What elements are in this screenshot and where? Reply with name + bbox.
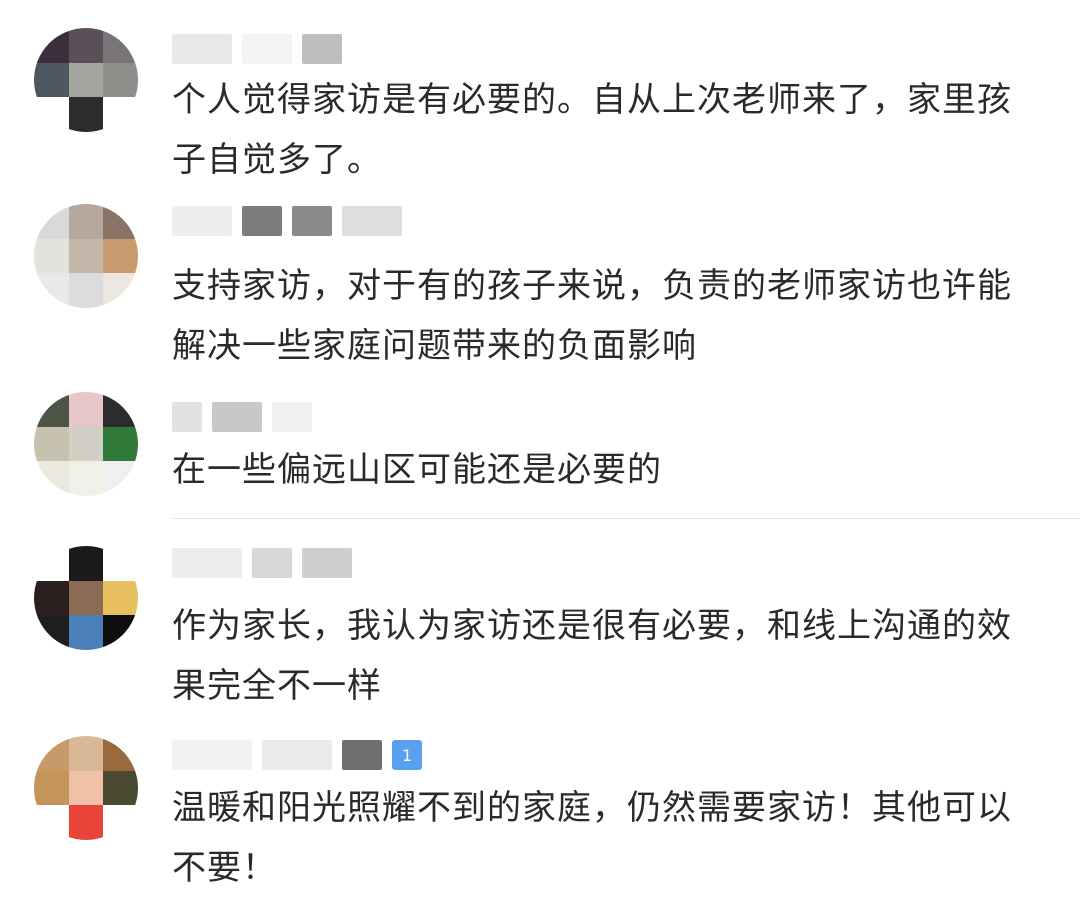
avatar-pixel [103, 615, 138, 650]
avatar-pixel [34, 426, 69, 462]
avatar-pixel [34, 546, 69, 581]
avatar[interactable] [34, 204, 138, 308]
username-blur-block [292, 206, 332, 236]
username[interactable] [172, 206, 402, 236]
avatar-pixel [68, 238, 104, 274]
username-blur-block [212, 402, 262, 432]
avatar-pixel [68, 615, 104, 650]
avatar-pixel [34, 392, 69, 427]
avatar-pixel [103, 392, 138, 427]
avatar-pixel [68, 392, 104, 427]
username-blur-block [242, 34, 292, 64]
username-blur-block [342, 740, 382, 770]
comment-text: 在一些偏远山区可能还是必要的 [172, 450, 662, 490]
username-blur-block [242, 206, 282, 236]
comment-text: 个人觉得家访是有必要的。自从上次老师来了，家里孩子自觉多了。 [172, 80, 1012, 180]
avatar-pixel [34, 238, 69, 274]
comment-text: 温暖和阳光照耀不到的家庭，仍然需要家访！其他可以不要！ [172, 788, 1012, 888]
avatar-pixel [103, 426, 138, 462]
username-blur-block [252, 548, 292, 578]
username-blur-block [172, 548, 242, 578]
avatar-pixel [103, 461, 138, 496]
username-blur-block [262, 740, 332, 770]
avatar-pixel [34, 62, 69, 98]
username-blur-block [172, 34, 232, 64]
avatar-pixel [103, 546, 138, 581]
avatar-pixel [68, 28, 104, 63]
avatar-pixel [34, 28, 69, 63]
username[interactable] [172, 34, 342, 64]
avatar-pixel [68, 546, 104, 581]
avatar-pixel [68, 770, 104, 806]
avatar-pixel [103, 28, 138, 63]
avatar-pixel [68, 273, 104, 308]
avatar-pixel [103, 580, 138, 616]
avatar-pixel [34, 461, 69, 496]
avatar-pixel [103, 770, 138, 806]
avatar-pixel [68, 426, 104, 462]
avatar[interactable] [34, 392, 138, 496]
avatar-pixel [34, 615, 69, 650]
comment-text: 支持家访，对于有的孩子来说，负责的老师家访也许能解决一些家庭问题带来的负面影响 [172, 266, 1012, 366]
avatar[interactable] [34, 28, 138, 132]
username[interactable]: 1 [172, 740, 423, 770]
avatar-pixel [34, 805, 69, 840]
avatar-pixel [103, 62, 138, 98]
avatar-pixel [68, 97, 104, 132]
username-blur-block [172, 740, 252, 770]
fan-level-badge: 1 [392, 740, 423, 770]
avatar-pixel [34, 736, 69, 771]
avatar-pixel [68, 805, 104, 840]
avatar-pixel [103, 736, 138, 771]
avatar-pixel [68, 580, 104, 616]
avatar-pixel [34, 770, 69, 806]
username-blur-block [172, 402, 202, 432]
avatar-pixel [34, 97, 69, 132]
username-blur-block [302, 34, 342, 64]
avatar-pixel [103, 97, 138, 132]
comment-text: 作为家长，我认为家访还是很有必要，和线上沟通的效果完全不一样 [172, 606, 1012, 706]
avatar-pixel [68, 204, 104, 239]
avatar-pixel [34, 273, 69, 308]
avatar-pixel [68, 736, 104, 771]
avatar-pixel [103, 238, 138, 274]
username[interactable] [172, 402, 312, 432]
username-blur-block [272, 402, 312, 432]
avatar-pixel [34, 204, 69, 239]
divider [172, 518, 1080, 519]
avatar[interactable] [34, 546, 138, 650]
username-blur-block [172, 206, 232, 236]
avatar-pixel [68, 62, 104, 98]
username[interactable] [172, 548, 352, 578]
avatar-pixel [103, 273, 138, 308]
username-blur-block [302, 548, 352, 578]
avatar-pixel [103, 204, 138, 239]
avatar-pixel [34, 580, 69, 616]
avatar-pixel [103, 805, 138, 840]
avatar[interactable] [34, 736, 138, 840]
username-blur-block [342, 206, 402, 236]
avatar-pixel [68, 461, 104, 496]
